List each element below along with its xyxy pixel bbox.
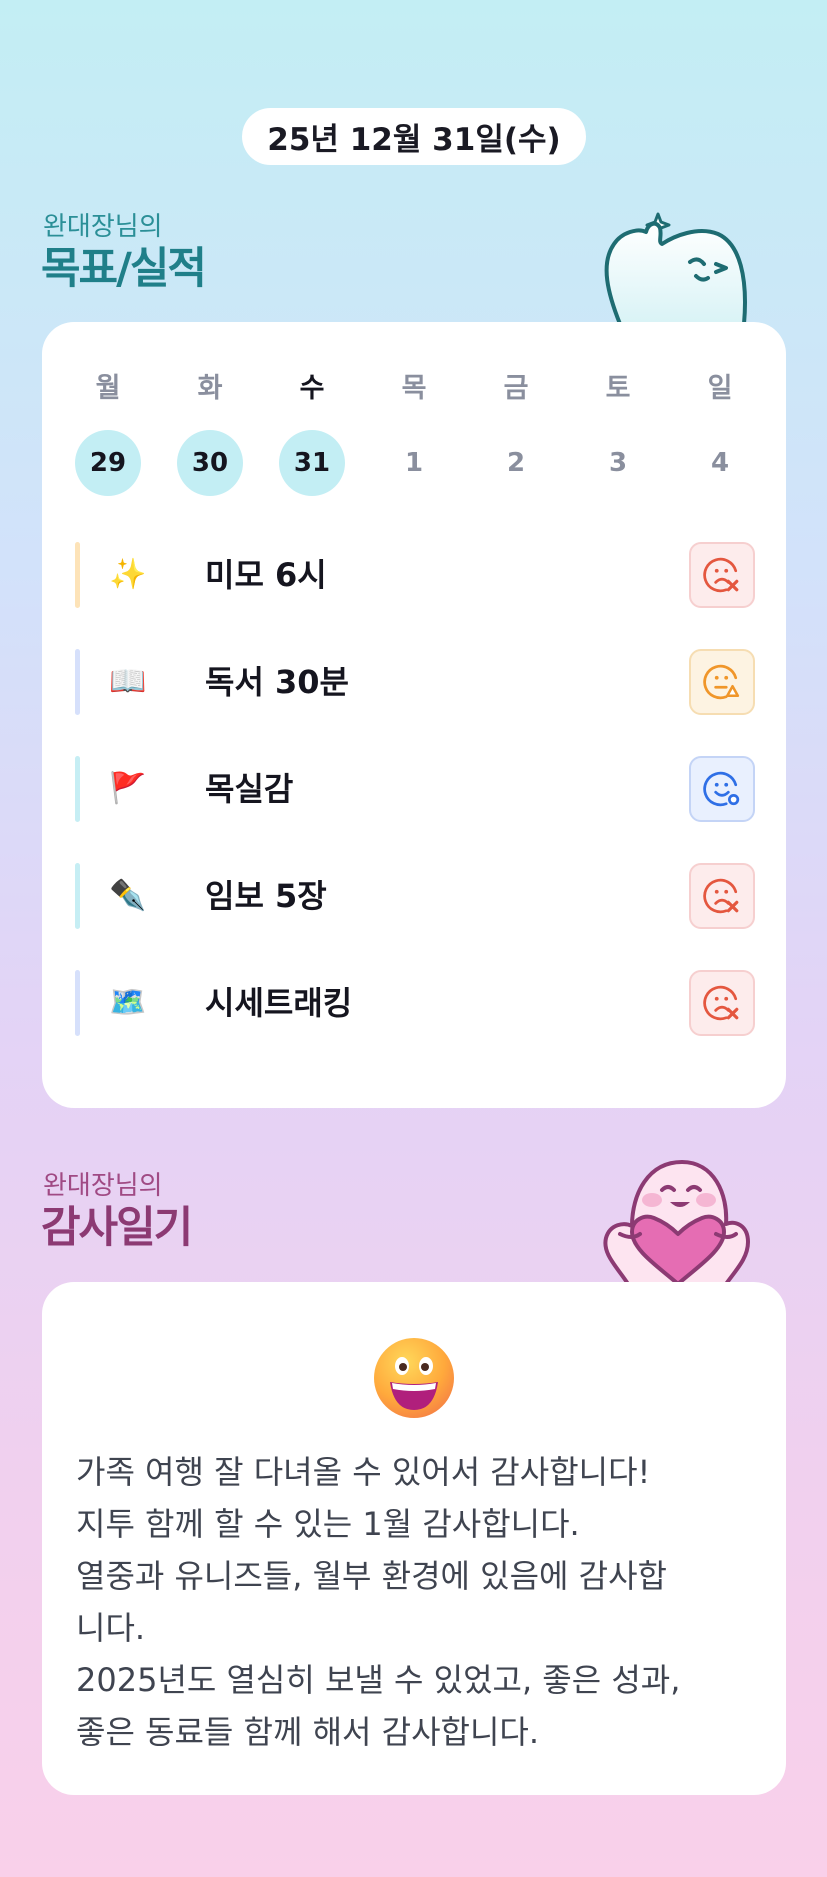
weekday-label: 화 (197, 373, 223, 404)
weekday-label: 일 (707, 373, 733, 404)
goal-row[interactable]: 🚩 목실감 (75, 756, 755, 822)
gratitude-line: 가족 여행 잘 다녀올 수 있어서 감사합니다! (76, 1453, 651, 1491)
grinning-face-icon (374, 1338, 454, 1418)
gratitude-line: 열중과 유니즈들, 월부 환경에 있음에 감사합 (76, 1557, 667, 1595)
goal-accent-bar (75, 756, 80, 822)
goal-accent-bar (75, 970, 80, 1036)
weekday-label: 목 (401, 373, 427, 404)
goal-row[interactable]: ✒️ 임보 5장 (75, 863, 755, 929)
goal-row[interactable]: ✨ 미모 6시 (75, 542, 755, 608)
day-29-button[interactable]: 29 (75, 430, 141, 496)
goal-emoji-icon: 🚩 (109, 771, 147, 806)
day-1-button[interactable]: 1 (381, 430, 447, 496)
goal-emoji-icon: ✒️ (109, 878, 147, 913)
gratitude-text: 가족 여행 잘 다녀올 수 있어서 감사합니다! 지투 함께 할 수 있는 1월 … (76, 1446, 756, 1758)
weekday-label: 토 (605, 373, 631, 404)
day-4-button[interactable]: 4 (687, 430, 753, 496)
teal-mascot-icon (604, 212, 747, 324)
gratitude-line: 좋은 동료들 함께 해서 감사합니다. (76, 1713, 540, 1751)
goal-accent-bar (75, 542, 80, 608)
weekday-label: 월 (95, 373, 121, 404)
sad-face-x-icon[interactable] (689, 970, 755, 1036)
gratitude-section-title: 감사일기 (41, 1203, 193, 1253)
goal-accent-bar (75, 863, 80, 929)
neutral-face-warning-icon[interactable] (689, 649, 755, 715)
goal-label: 시세트래킹 (205, 984, 353, 1022)
day-31-button[interactable]: 31 (279, 430, 345, 496)
goal-emoji-icon: ✨ (109, 557, 147, 592)
day-30-button[interactable]: 30 (177, 430, 243, 496)
goal-label: 임보 5장 (205, 877, 327, 915)
sad-face-x-icon[interactable] (689, 542, 755, 608)
sad-face-x-icon[interactable] (689, 863, 755, 929)
goals-card: 월 29 화 30 수 31 목 1 금 2 토 3 일 4 ✨ 미모 6시 📖 독서 30분 🚩 목실감 ✒️ 임보 … (42, 322, 786, 1108)
gratitude-line: 2025년도 열심히 보낼 수 있었고, 좋은 성과, (76, 1661, 681, 1699)
date-label[interactable]: 25년 12월 31일(수) (242, 108, 586, 165)
goal-accent-bar (75, 649, 80, 715)
goal-row[interactable]: 📖 독서 30분 (75, 649, 755, 715)
weekday-label: 수 (299, 373, 325, 404)
goal-emoji-icon: 📖 (109, 664, 147, 699)
goal-label: 독서 30분 (205, 663, 349, 701)
goal-row[interactable]: 🗺️ 시세트래킹 (75, 970, 755, 1036)
goal-label: 미모 6시 (205, 556, 327, 594)
weekday-label: 금 (503, 373, 529, 404)
pink-heart-mascot-icon (603, 1160, 750, 1284)
goals-section-title: 목표/실적 (41, 244, 207, 294)
smile-face-check-icon[interactable] (689, 756, 755, 822)
goal-label: 목실감 (205, 770, 294, 808)
gratitude-line: 니다. (76, 1609, 146, 1647)
day-3-button[interactable]: 3 (585, 430, 651, 496)
gratitude-card: 가족 여행 잘 다녀올 수 있어서 감사합니다! 지투 함께 할 수 있는 1월 … (42, 1282, 786, 1795)
gratitude-line: 지투 함께 할 수 있는 1월 감사합니다. (76, 1505, 580, 1543)
goal-emoji-icon: 🗺️ (109, 985, 147, 1020)
day-2-button[interactable]: 2 (483, 430, 549, 496)
